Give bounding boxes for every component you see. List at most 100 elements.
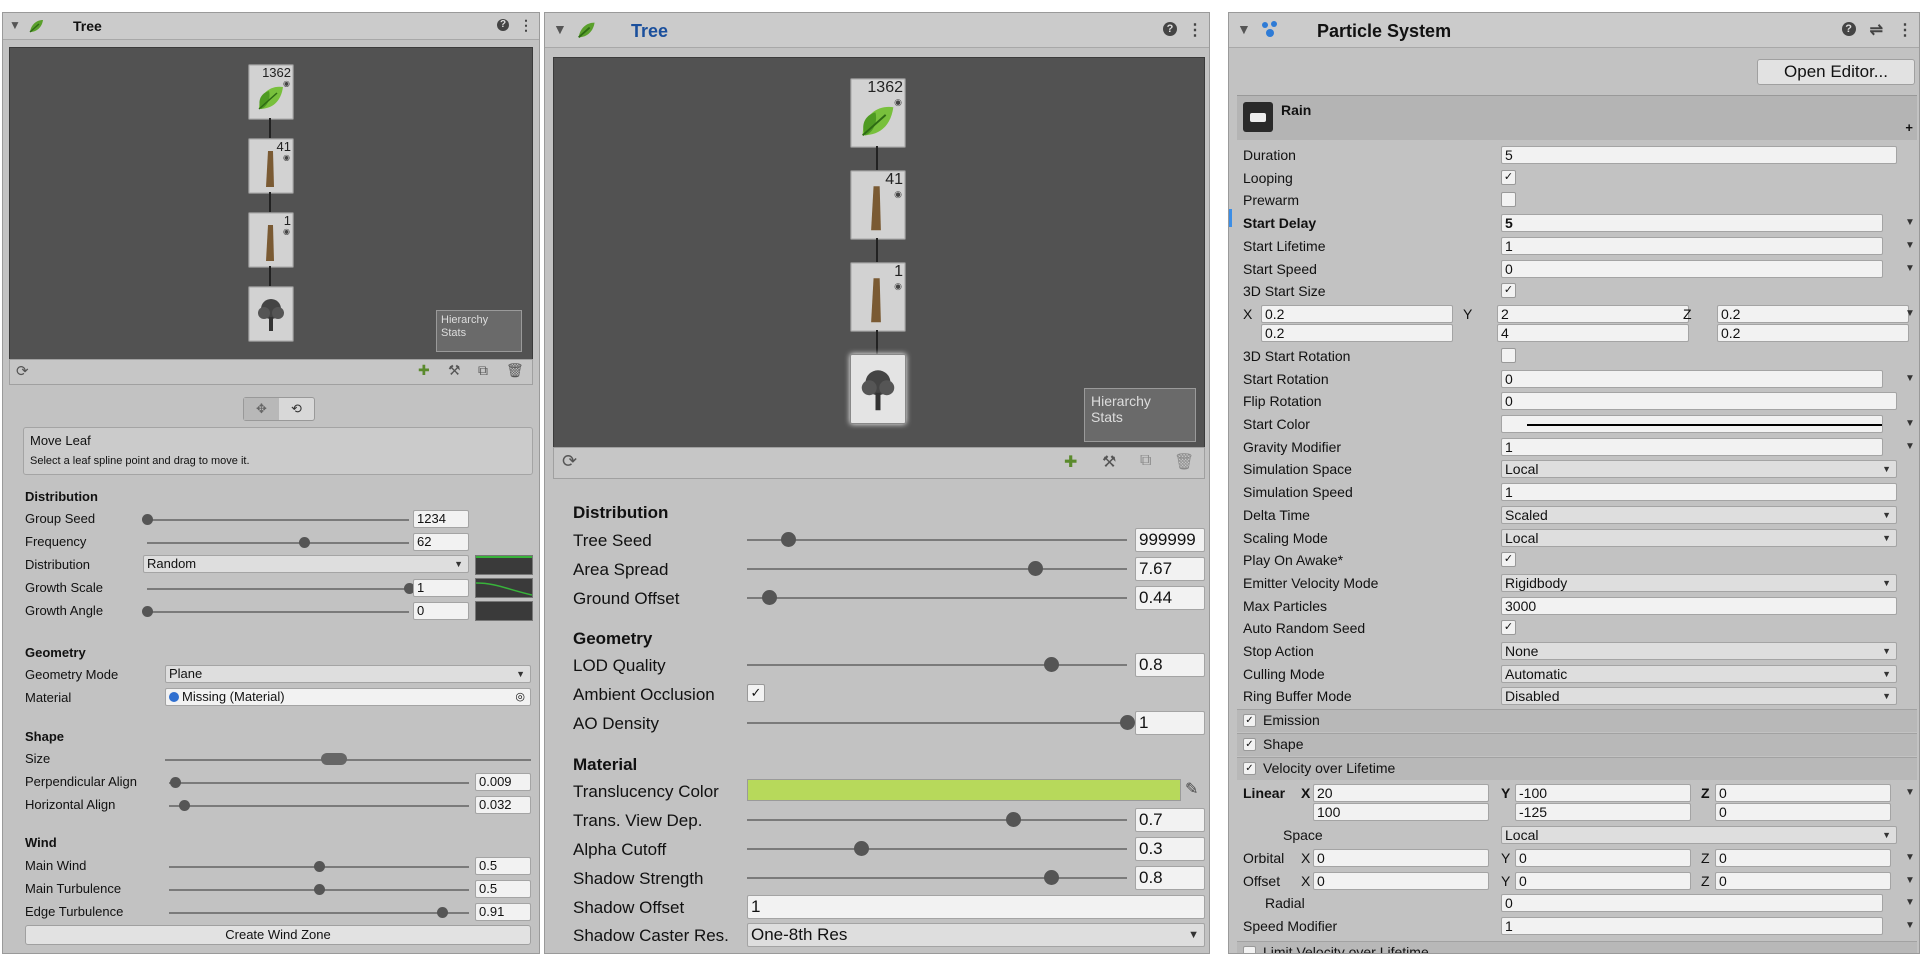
size-range-handle[interactable] <box>321 753 347 765</box>
start-size-y2-field[interactable]: 4 <box>1497 323 1689 342</box>
area-spread-slider[interactable] <box>747 568 1127 570</box>
stop-action-dropdown[interactable]: None ▼ <box>1501 642 1897 660</box>
start-size-z-field[interactable]: 0.2 <box>1717 304 1909 323</box>
module-shape[interactable]: ✓ Shape <box>1237 733 1917 757</box>
start-rotation-field[interactable]: 0 <box>1501 369 1883 388</box>
ao-density-slider[interactable] <box>747 722 1127 724</box>
add-branch-group-icon[interactable]: ⚒ <box>1102 452 1116 472</box>
more-options-icon[interactable]: ⋮ <box>1897 20 1913 40</box>
growth-scale-slider[interactable] <box>147 588 409 590</box>
delete-icon[interactable]: 🗑 <box>1174 452 1194 472</box>
growth-scale-field[interactable]: 1 <box>413 579 469 597</box>
area-spread-field[interactable]: 7.67 <box>1135 557 1205 581</box>
linear-y1-field[interactable]: -100 <box>1515 784 1691 803</box>
orbital-z-field[interactable]: 0 <box>1715 848 1891 867</box>
main-turbulence-slider-knob[interactable] <box>313 884 325 895</box>
main-turbulence-field[interactable]: 0.5 <box>475 880 531 898</box>
growth-scale-curve[interactable] <box>475 578 533 598</box>
ambient-occlusion-checkbox[interactable]: ✓ <box>747 684 765 702</box>
linear-x2-field[interactable]: 100 <box>1313 803 1489 822</box>
hierarchy-preview[interactable]: 1362 ◉ 41 ◉ 1 ◉ Hierarchy Stats <box>9 47 533 361</box>
start-size-x-field[interactable]: 0.2 <box>1261 304 1453 323</box>
edge-turbulence-field[interactable]: 0.91 <box>475 903 531 921</box>
group-seed-slider-knob[interactable] <box>141 514 153 525</box>
material-field[interactable]: Missing (Material) ◎ <box>165 688 531 706</box>
flip-rotation-field[interactable]: 0 <box>1501 392 1897 411</box>
emitter-velocity-mode-dropdown[interactable]: Rigidbody ▼ <box>1501 573 1897 592</box>
open-editor-button[interactable]: Open Editor... <box>1757 59 1915 85</box>
tree-node-branch-1[interactable]: 41 ◉ <box>850 170 906 240</box>
more-options-icon[interactable]: ⋮ <box>1187 20 1203 40</box>
play-on-awake-checkbox[interactable]: ✓ <box>1501 552 1516 568</box>
refresh-icon[interactable]: ⟳ <box>562 451 577 472</box>
horizontal-align-slider-knob[interactable] <box>178 800 190 811</box>
help-icon[interactable]: ? <box>497 19 509 31</box>
curve-mode-arrow-icon[interactable]: ▼ <box>1905 240 1915 251</box>
duplicate-icon[interactable]: ⧉ <box>1140 452 1151 470</box>
trans-view-dep-slider[interactable] <box>747 819 1127 821</box>
auto-random-seed-checkbox[interactable]: ✓ <box>1501 620 1516 636</box>
alpha-cutoff-field[interactable]: 0.3 <box>1135 837 1205 861</box>
horizontal-align-field[interactable]: 0.032 <box>475 796 531 814</box>
velocity-over-lifetime-module-checkbox[interactable]: ✓ <box>1243 762 1256 776</box>
max-particles-field[interactable]: 3000 <box>1501 596 1897 615</box>
curve-mode-arrow-icon[interactable]: ▼ <box>1905 441 1915 452</box>
lod-quality-slider[interactable] <box>747 664 1127 666</box>
move-tool-icon[interactable]: ✥ <box>244 398 279 420</box>
group-seed-slider[interactable] <box>147 519 409 521</box>
rotate-tool-icon[interactable]: ⟲ <box>279 398 314 420</box>
linear-y2-field[interactable]: -125 <box>1515 803 1691 822</box>
visibility-icon[interactable]: ◉ <box>894 189 902 200</box>
distribution-curve[interactable] <box>475 555 533 575</box>
start-lifetime-field[interactable]: 1 <box>1501 236 1883 255</box>
curve-mode-arrow-icon[interactable]: ▼ <box>1905 308 1915 319</box>
tree-node-root[interactable] <box>850 354 906 424</box>
simulation-space-dropdown[interactable]: Local ▼ <box>1501 460 1897 479</box>
3d-start-rotation-checkbox[interactable] <box>1501 347 1516 363</box>
linear-z1-field[interactable]: 0 <box>1715 784 1891 803</box>
shadow-offset-field[interactable]: 1 <box>747 895 1205 919</box>
tree-node-branch-2[interactable]: 1 ◉ <box>248 212 294 268</box>
delta-time-dropdown[interactable]: Scaled ▼ <box>1501 505 1897 524</box>
offset-y-field[interactable]: 0 <box>1515 871 1691 890</box>
start-speed-field[interactable]: 0 <box>1501 259 1883 278</box>
3d-start-size-checkbox[interactable]: ✓ <box>1501 283 1516 299</box>
translucency-color-field[interactable] <box>747 779 1181 801</box>
collapse-triangle-icon[interactable]: ▼ <box>553 21 567 37</box>
distribution-dropdown[interactable]: Random ▼ <box>143 555 469 573</box>
simulation-speed-field[interactable]: 1 <box>1501 483 1897 502</box>
shape-module-checkbox[interactable]: ✓ <box>1243 738 1256 752</box>
edge-turbulence-slider[interactable] <box>169 912 469 914</box>
add-branch-group-icon[interactable]: ⚒ <box>448 362 461 379</box>
tree-node-leaves[interactable]: 1362 ◉ <box>248 64 294 120</box>
ground-offset-field[interactable]: 0.44 <box>1135 586 1205 610</box>
main-wind-slider-knob[interactable] <box>313 861 325 872</box>
tree-node-branch-1[interactable]: 41 ◉ <box>248 138 294 194</box>
start-delay-field[interactable]: 5 <box>1501 214 1883 233</box>
refresh-icon[interactable]: ⟳ <box>16 362 29 380</box>
scaling-mode-dropdown[interactable]: Local ▼ <box>1501 528 1897 547</box>
duplicate-icon[interactable]: ⧉ <box>478 362 488 379</box>
alpha-cutoff-slider[interactable] <box>747 848 1127 850</box>
preset-settings-icon[interactable]: ⇌ <box>1870 20 1883 40</box>
growth-angle-curve[interactable] <box>475 601 533 621</box>
module-velocity-over-lifetime[interactable]: ✓ Velocity over Lifetime <box>1237 757 1917 781</box>
start-size-z2-field[interactable]: 0.2 <box>1717 323 1909 342</box>
tree-node-root[interactable] <box>248 286 294 342</box>
main-wind-field[interactable]: 0.5 <box>475 857 531 875</box>
collapse-triangle-icon[interactable]: ▼ <box>1237 21 1251 37</box>
tree-seed-slider-knob[interactable] <box>781 532 797 547</box>
growth-angle-field[interactable]: 0 <box>413 602 469 620</box>
shadow-strength-field[interactable]: 0.8 <box>1135 866 1205 890</box>
looping-checkbox[interactable]: ✓ <box>1501 169 1516 185</box>
object-picker-icon[interactable]: ◎ <box>515 689 525 705</box>
limit-velocity-module-checkbox[interactable] <box>1243 945 1256 953</box>
culling-mode-dropdown[interactable]: Automatic ▼ <box>1501 664 1897 683</box>
add-leaf-group-icon[interactable]: ✚ <box>1064 452 1077 472</box>
more-options-icon[interactable]: ⋮ <box>519 17 533 34</box>
growth-angle-slider-knob[interactable] <box>141 606 153 617</box>
curve-mode-arrow-icon[interactable]: ▼ <box>1905 217 1915 228</box>
hierarchy-preview[interactable]: 1362 ◉ 41 ◉ 1 ◉ Hierarchy Stats <box>553 57 1205 449</box>
space-dropdown[interactable]: Local ▼ <box>1501 826 1897 845</box>
start-size-x2-field[interactable]: 0.2 <box>1261 323 1453 342</box>
